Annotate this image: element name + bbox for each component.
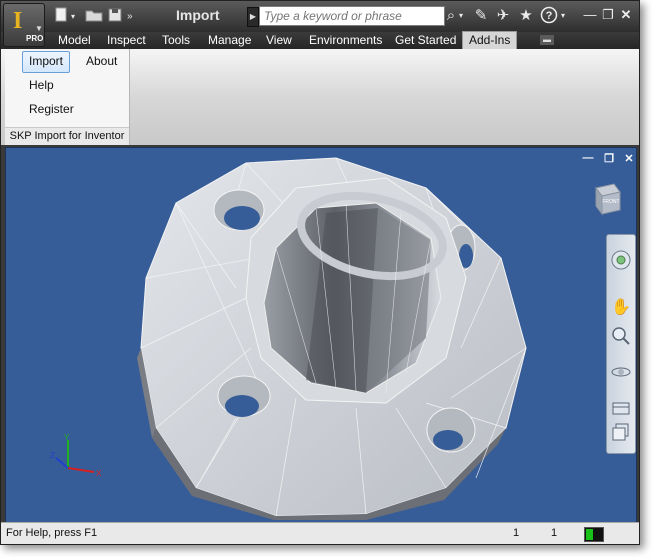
pro-badge: PRO bbox=[26, 34, 44, 43]
application-menu-button[interactable]: I ▼ PRO bbox=[3, 3, 45, 47]
status-count-2: 1 bbox=[551, 527, 558, 539]
help-dropdown-icon[interactable]: ▾ bbox=[558, 6, 568, 26]
save-icon[interactable] bbox=[107, 7, 123, 27]
search-options-icon[interactable]: ▾ bbox=[456, 6, 466, 26]
restore-icon[interactable]: ❐ bbox=[599, 6, 617, 24]
steering-wheel-icon[interactable] bbox=[610, 249, 632, 271]
wrench-icon[interactable]: ✎ bbox=[471, 6, 491, 26]
tab-manage[interactable]: Manage bbox=[208, 32, 251, 49]
tab-inspect[interactable]: Inspect bbox=[107, 32, 146, 49]
svg-text:✋: ✋ bbox=[611, 297, 631, 316]
tab-environments[interactable]: Environments bbox=[309, 32, 382, 49]
status-count-1: 1 bbox=[513, 527, 520, 539]
tab-get-started[interactable]: Get Started bbox=[395, 32, 456, 49]
panel-title: SKP Import for Inventor bbox=[5, 127, 129, 145]
graphics-viewport[interactable]: — ❐ ✕ Y X Z FRONT ✋ bbox=[5, 147, 637, 523]
title-bar: ▾ » Import ▶ ⌕ ▾ ✎ ✈ ★ ? ▾ — ❐ ✕ bbox=[1, 1, 639, 32]
tab-model[interactable]: Model bbox=[58, 32, 91, 49]
app-window: ▾ » Import ▶ ⌕ ▾ ✎ ✈ ★ ? ▾ — ❐ ✕ I ▼ PRO… bbox=[0, 0, 640, 545]
search-input[interactable] bbox=[259, 6, 445, 26]
pan-hand-icon[interactable]: ✋ bbox=[610, 295, 632, 317]
svg-text:Z: Z bbox=[50, 451, 55, 460]
tab-tools[interactable]: Tools bbox=[162, 32, 190, 49]
zoom-icon[interactable] bbox=[610, 325, 632, 347]
ribbon-minimize-icon[interactable]: ▬ bbox=[540, 35, 554, 45]
more-tools-icon[interactable]: » bbox=[127, 7, 133, 27]
status-bar: For Help, press F1 1 1 bbox=[1, 522, 639, 544]
new-dropdown-icon[interactable]: ▾ bbox=[71, 7, 75, 27]
ribbon-panel-area: Import About Help Register SKP Import fo… bbox=[1, 49, 639, 145]
ribbon-tabs: Model Inspect Tools Manage View Environm… bbox=[1, 31, 639, 49]
tab-add-ins[interactable]: Add-Ins bbox=[462, 31, 518, 49]
status-help-text: For Help, press F1 bbox=[6, 527, 98, 539]
view-face-icon[interactable] bbox=[610, 421, 632, 443]
close-icon[interactable]: ✕ bbox=[617, 6, 635, 24]
viewcube-face-label: FRONT bbox=[602, 199, 619, 205]
star-icon[interactable]: ★ bbox=[516, 6, 536, 26]
svg-text:?: ? bbox=[546, 10, 553, 22]
axis-triad-icon: Y X Z bbox=[50, 433, 102, 478]
svg-text:X: X bbox=[96, 469, 102, 478]
tab-view[interactable]: View bbox=[266, 32, 292, 49]
skp-import-panel: Import About Help Register SKP Import fo… bbox=[5, 49, 130, 145]
import-button[interactable]: Import bbox=[22, 51, 71, 73]
svg-text:Y: Y bbox=[64, 433, 70, 442]
help-icon[interactable]: ? bbox=[539, 6, 559, 26]
viewcube-icon[interactable]: FRONT bbox=[590, 182, 622, 216]
status-progress-indicator bbox=[584, 527, 604, 542]
look-at-icon[interactable] bbox=[610, 397, 632, 419]
document-title: Import bbox=[176, 7, 220, 23]
help-button[interactable]: Help bbox=[23, 75, 60, 95]
new-document-icon[interactable] bbox=[53, 7, 69, 27]
minimize-icon[interactable]: — bbox=[581, 6, 599, 24]
search-expand-icon[interactable]: ▶ bbox=[247, 7, 259, 27]
app-menu-arrow-icon: ▼ bbox=[35, 24, 43, 33]
inventor-logo-icon: I bbox=[13, 8, 23, 34]
open-folder-icon[interactable] bbox=[85, 7, 103, 27]
orbit-icon[interactable] bbox=[610, 361, 632, 383]
satellite-icon[interactable]: ✈ bbox=[493, 6, 513, 26]
navigation-bar: ✋ bbox=[606, 234, 636, 454]
about-button[interactable]: About bbox=[80, 51, 123, 71]
register-button[interactable]: Register bbox=[23, 99, 80, 119]
